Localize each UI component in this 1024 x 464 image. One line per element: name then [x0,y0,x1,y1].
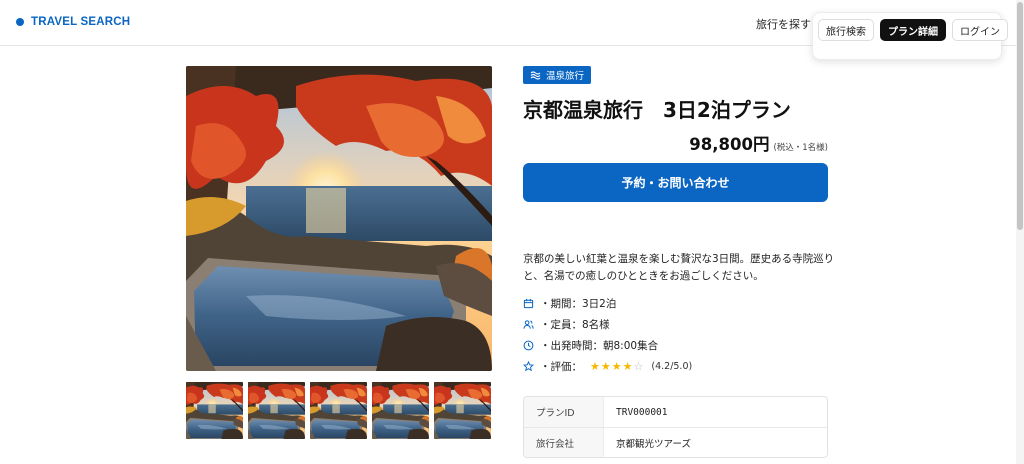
detail-value-plan-id: TRV000001 [616,406,668,418]
rating-stars: ★ ★ ★ ★ ☆ [590,361,643,372]
star-full-icon: ★ [590,360,600,373]
nav-tab-plan-details[interactable]: プラン詳細 [880,19,946,41]
plan-title: 京都温泉旅行 3日2泊プラン [523,98,791,122]
logo-dot-icon [16,18,24,26]
gallery-thumbnail[interactable] [372,382,429,439]
plan-detail-table: プランID TRV000001 旅行会社 京都観光ツアーズ [523,396,828,458]
main-photo [186,66,492,371]
detail-value-agency: 京都観光ツアーズ [616,438,691,450]
nav-link-find-trip[interactable]: 旅行を探す [756,16,811,32]
gallery-thumbnail[interactable] [186,382,243,439]
info-duration: ・期間：3日2泊 [523,296,616,311]
gallery-thumbnail[interactable] [248,382,305,439]
table-row: 旅行会社 京都観光ツアーズ [524,427,827,457]
star-full-icon: ★ [600,360,611,373]
star-full-icon: ★ [622,360,633,373]
rating-value: (4.2/5.0) [651,361,693,372]
plan-price: 98,800円 [689,135,770,154]
nav-tab-login[interactable]: ログイン [952,19,1008,41]
reserve-button[interactable]: 予約・お問い合わせ [523,163,828,202]
star-outline-icon [523,361,534,372]
star-full-icon: ★ [611,360,622,373]
nav-tab-travel-search[interactable]: 旅行検索 [818,19,874,41]
category-badge-label: 温泉旅行 [546,71,585,82]
info-duration-text: ・期間：3日2泊 [540,298,617,310]
table-row: プランID TRV000001 [524,397,827,427]
logo-text: TRAVEL SEARCH [31,16,131,28]
price-note: (税込・1名様) [773,143,828,153]
detail-key-agency: 旅行会社 [524,428,604,457]
people-icon [523,320,534,329]
gallery-thumbnail[interactable] [434,382,491,439]
calendar-icon [523,298,534,309]
gallery-thumbnail[interactable] [310,382,367,439]
category-badge: 温泉旅行 [523,66,592,84]
info-departure: ・出発時間：朝8:00集合 [523,338,658,353]
info-departure-text: ・出発時間：朝8:00集合 [540,340,659,352]
detail-key-plan-id: プランID [524,397,604,427]
price-block: 98,800円 (税込・1名様) [689,131,828,155]
info-capacity-text: ・定員：8名様 [540,319,610,331]
info-rating-label: ・評価： [540,361,582,373]
info-rating: ・評価： ★ ★ ★ ★ ☆ (4.2/5.0) [523,359,692,374]
clock-icon [523,340,534,351]
plan-description: 京都の美しい紅葉と温泉を楽しむ贅沢な3日間。歴史ある寺院巡りと、名湯での癒しのひ… [523,253,835,282]
hot-spring-icon [530,70,541,80]
nav-menu-popover: 旅行検索 プラン詳細 ログイン [812,12,1008,60]
logo[interactable]: TRAVEL SEARCH [16,16,130,28]
scrollbar-thumb[interactable] [1017,2,1023,230]
star-empty-icon: ☆ [633,360,644,373]
info-capacity: ・定員：8名様 [523,317,610,332]
